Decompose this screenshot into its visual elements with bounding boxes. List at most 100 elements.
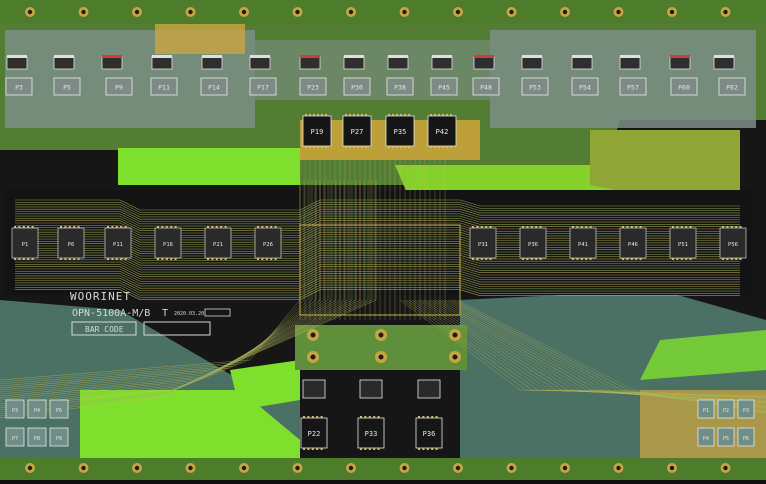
component-label: P17: [257, 84, 269, 92]
pin: [115, 226, 118, 228]
component: P2: [717, 399, 735, 419]
component: [359, 379, 383, 399]
component-label: P46: [628, 242, 638, 248]
connector-latch: [522, 55, 542, 58]
pin: [530, 258, 533, 260]
component: P30: [343, 77, 371, 96]
pin: [31, 226, 34, 228]
pin: [431, 448, 434, 450]
pin: [22, 226, 25, 228]
pin: [589, 226, 592, 228]
pin: [124, 258, 127, 260]
mounting-hole-drill: [81, 465, 86, 471]
pin: [426, 448, 429, 450]
pin: [60, 258, 62, 260]
pin: [539, 226, 542, 228]
pin: [430, 146, 432, 148]
pin: [320, 448, 323, 450]
gold-patch: [155, 24, 245, 54]
component-label: P33: [365, 430, 378, 438]
pin: [325, 146, 327, 148]
pin: [120, 258, 123, 260]
pin: [14, 226, 16, 228]
pin: [404, 114, 406, 116]
pin: [161, 258, 164, 260]
component: P19: [302, 114, 332, 148]
pin: [31, 258, 34, 260]
pin: [161, 226, 164, 228]
pin: [626, 258, 629, 260]
pin: [522, 226, 524, 228]
pin: [224, 226, 227, 228]
pin: [174, 258, 177, 260]
mounting-hole-drill: [509, 9, 514, 15]
pin: [365, 114, 367, 116]
pin: [630, 258, 633, 260]
component-label: P5: [63, 84, 71, 92]
pin: [722, 258, 724, 260]
component-body: [669, 56, 691, 70]
pin: [585, 226, 588, 228]
component-body: [53, 56, 75, 70]
pin: [316, 416, 319, 418]
mounting-hole-drill: [27, 465, 33, 471]
mounting-hole-drill: [348, 465, 354, 471]
component-label: P31: [478, 242, 488, 248]
pin: [735, 258, 738, 260]
component-body: [387, 56, 409, 70]
pin: [274, 258, 277, 260]
component-body: [713, 56, 735, 70]
component-label: P57: [627, 84, 639, 92]
mounting-hole-drill: [616, 465, 621, 471]
mounting-hole-drill: [188, 9, 193, 15]
pin: [361, 114, 363, 116]
mounting-hole-drill: [452, 354, 458, 360]
pin: [726, 258, 729, 260]
component-label: P30: [351, 84, 363, 92]
pin: [377, 448, 380, 450]
pin: [685, 258, 688, 260]
connector-latch: [202, 55, 222, 58]
pin: [364, 448, 367, 450]
component-label: P11: [113, 242, 123, 248]
pin: [313, 146, 315, 148]
pin: [373, 448, 376, 450]
component-label: P22: [308, 430, 321, 438]
component-label: P8: [34, 436, 40, 442]
pin: [373, 416, 376, 418]
pin: [392, 114, 394, 116]
pin: [165, 258, 168, 260]
pin: [325, 114, 327, 116]
pin: [680, 226, 683, 228]
component: P41: [569, 226, 597, 260]
pin: [400, 146, 402, 148]
component-label: P27: [351, 128, 364, 136]
component: [101, 56, 123, 70]
component: [53, 56, 75, 70]
component-body: [6, 56, 28, 70]
mounting-hole-drill: [310, 354, 316, 360]
pin: [580, 258, 583, 260]
pin: [68, 226, 71, 228]
component-body: [431, 56, 453, 70]
component-label: P36: [528, 242, 538, 248]
component-label: P26: [263, 242, 273, 248]
pin: [446, 146, 448, 148]
pin: [576, 258, 579, 260]
pin: [77, 226, 80, 228]
pin: [18, 258, 21, 260]
mounting-hole-drill: [402, 465, 407, 471]
component-label: P3: [15, 84, 23, 92]
pin: [22, 258, 25, 260]
mounting-hole-drill: [669, 465, 675, 471]
pin: [535, 226, 538, 228]
component-label: P62: [726, 84, 738, 92]
component: [417, 379, 441, 399]
mounting-hole-drill: [455, 9, 461, 15]
pin: [572, 226, 574, 228]
component: P5: [53, 77, 81, 96]
component-label: P45: [438, 84, 450, 92]
component-body: [521, 56, 543, 70]
pin: [211, 226, 214, 228]
pin: [311, 416, 314, 418]
